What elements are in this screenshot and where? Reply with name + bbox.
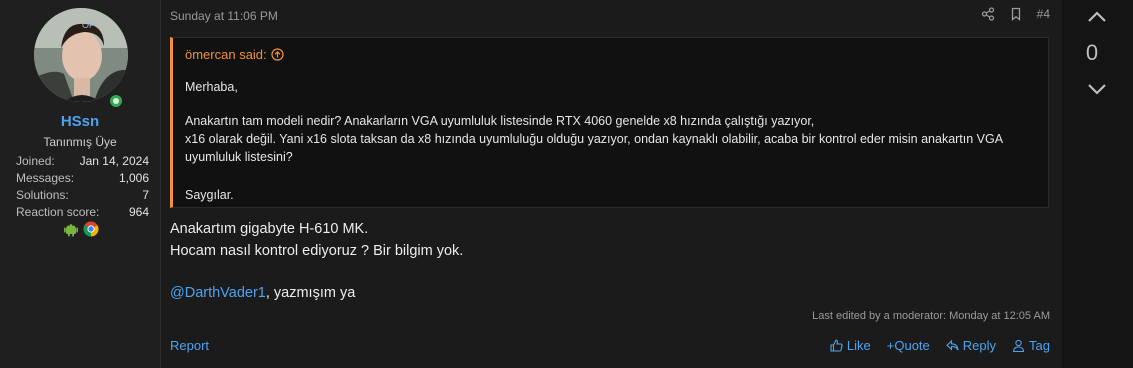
body-line: Hocam nasıl kontrol ediyoruz ? Bir bilgi… (170, 243, 464, 259)
quote-line: x16 olarak değil. Yani x16 slota taksan … (185, 132, 1004, 146)
vote-count: 0 (1085, 40, 1099, 65)
avatar-wrapper[interactable]: OP (34, 8, 128, 111)
bookmark-icon[interactable] (1009, 7, 1023, 21)
reply-label: Reply (962, 338, 997, 353)
stat-label: Reaction score: (16, 205, 100, 219)
body-line-mention: @DarthVader1, yazmışım ya (170, 282, 1050, 304)
online-status-icon (106, 91, 126, 111)
username[interactable]: HSsn (0, 113, 160, 130)
user-mention-link[interactable]: @DarthVader1 (170, 285, 266, 301)
post-timestamp[interactable]: Sunday at 11:06 PM (170, 9, 278, 23)
body-line: Anakartım gigabyte H-610 MK. (170, 221, 369, 237)
quote-button[interactable]: +Quote (887, 338, 930, 353)
stat-solutions: Solutions: 7 (16, 187, 149, 204)
android-icon (64, 224, 78, 237)
stat-label: Messages: (16, 171, 75, 185)
quote-line: Merhaba, (185, 80, 238, 94)
stat-value: Jan 14, 2024 (79, 154, 149, 168)
op-badge: OP (82, 20, 96, 30)
quote-block: ömercan said: Merhaba, Anakartın tam mod… (170, 37, 1049, 208)
quote-line: uyumluluk listesini? (185, 150, 293, 164)
stat-value: 964 (128, 205, 149, 219)
stat-label: Solutions: (16, 188, 69, 202)
stat-value[interactable]: 1,006 (119, 170, 149, 187)
user-title: Tanınmış Üye (43, 135, 117, 149)
tag-button[interactable]: Tag (1012, 338, 1050, 353)
like-label: Like (846, 338, 871, 353)
post: OP HSsn Tanınmış Üye Joined: Jan 14, 202… (0, 0, 1062, 368)
reply-button[interactable]: Reply (945, 338, 997, 353)
user-panel: OP HSsn Tanınmış Üye Joined: Jan 14, 202… (0, 0, 161, 368)
quote-line: Saygılar. (185, 188, 234, 202)
edited-note: Last edited by a moderator: Monday at 12… (812, 310, 1050, 322)
stat-label: Joined: (16, 154, 55, 168)
downvote-chevron-icon[interactable] (1084, 80, 1110, 98)
thumbs-up-icon (830, 339, 843, 352)
upvote-chevron-icon[interactable] (1084, 8, 1110, 26)
avatar[interactable] (34, 8, 128, 102)
quote-paragraph: Anakartın tam modeli nedir? Anakarların … (185, 112, 1003, 166)
report-link[interactable]: Report (170, 338, 209, 353)
share-icon[interactable] (981, 7, 995, 21)
user-stats: Joined: Jan 14, 2024 Messages: 1,006 Sol… (16, 153, 149, 221)
stat-reaction-score: Reaction score: 964 (16, 204, 149, 221)
tag-label: Tag (1029, 338, 1050, 353)
post-number[interactable]: #4 (1037, 7, 1050, 21)
vote-column: 0 (1062, 0, 1133, 368)
stat-value[interactable]: 7 (142, 187, 149, 204)
like-button[interactable]: Like (830, 338, 871, 353)
arrow-up-circle-icon[interactable] (271, 48, 284, 61)
quote-author[interactable]: ömercan said: (185, 47, 267, 62)
device-icons (63, 221, 99, 237)
post-meta-actions: #4 (981, 7, 1050, 21)
quote-label: +Quote (886, 338, 930, 353)
reply-icon (945, 339, 959, 351)
quote-line: Anakartın tam modeli nedir? Anakarların … (185, 114, 815, 128)
message-column: Sunday at 11:06 PM #4 ömercan said: Merh… (160, 0, 1062, 368)
post-footer-actions: Like +Quote Reply Tag (830, 338, 1050, 353)
stat-joined: Joined: Jan 14, 2024 (16, 153, 149, 170)
stat-messages: Messages: 1,006 (16, 170, 149, 187)
chrome-icon (83, 221, 99, 237)
quote-header[interactable]: ömercan said: (185, 47, 284, 62)
mention-suffix: , yazmışım ya (265, 285, 356, 301)
user-icon (1012, 339, 1025, 352)
post-body: Anakartım gigabyte H-610 MK. Hocam nasıl… (170, 218, 1050, 304)
